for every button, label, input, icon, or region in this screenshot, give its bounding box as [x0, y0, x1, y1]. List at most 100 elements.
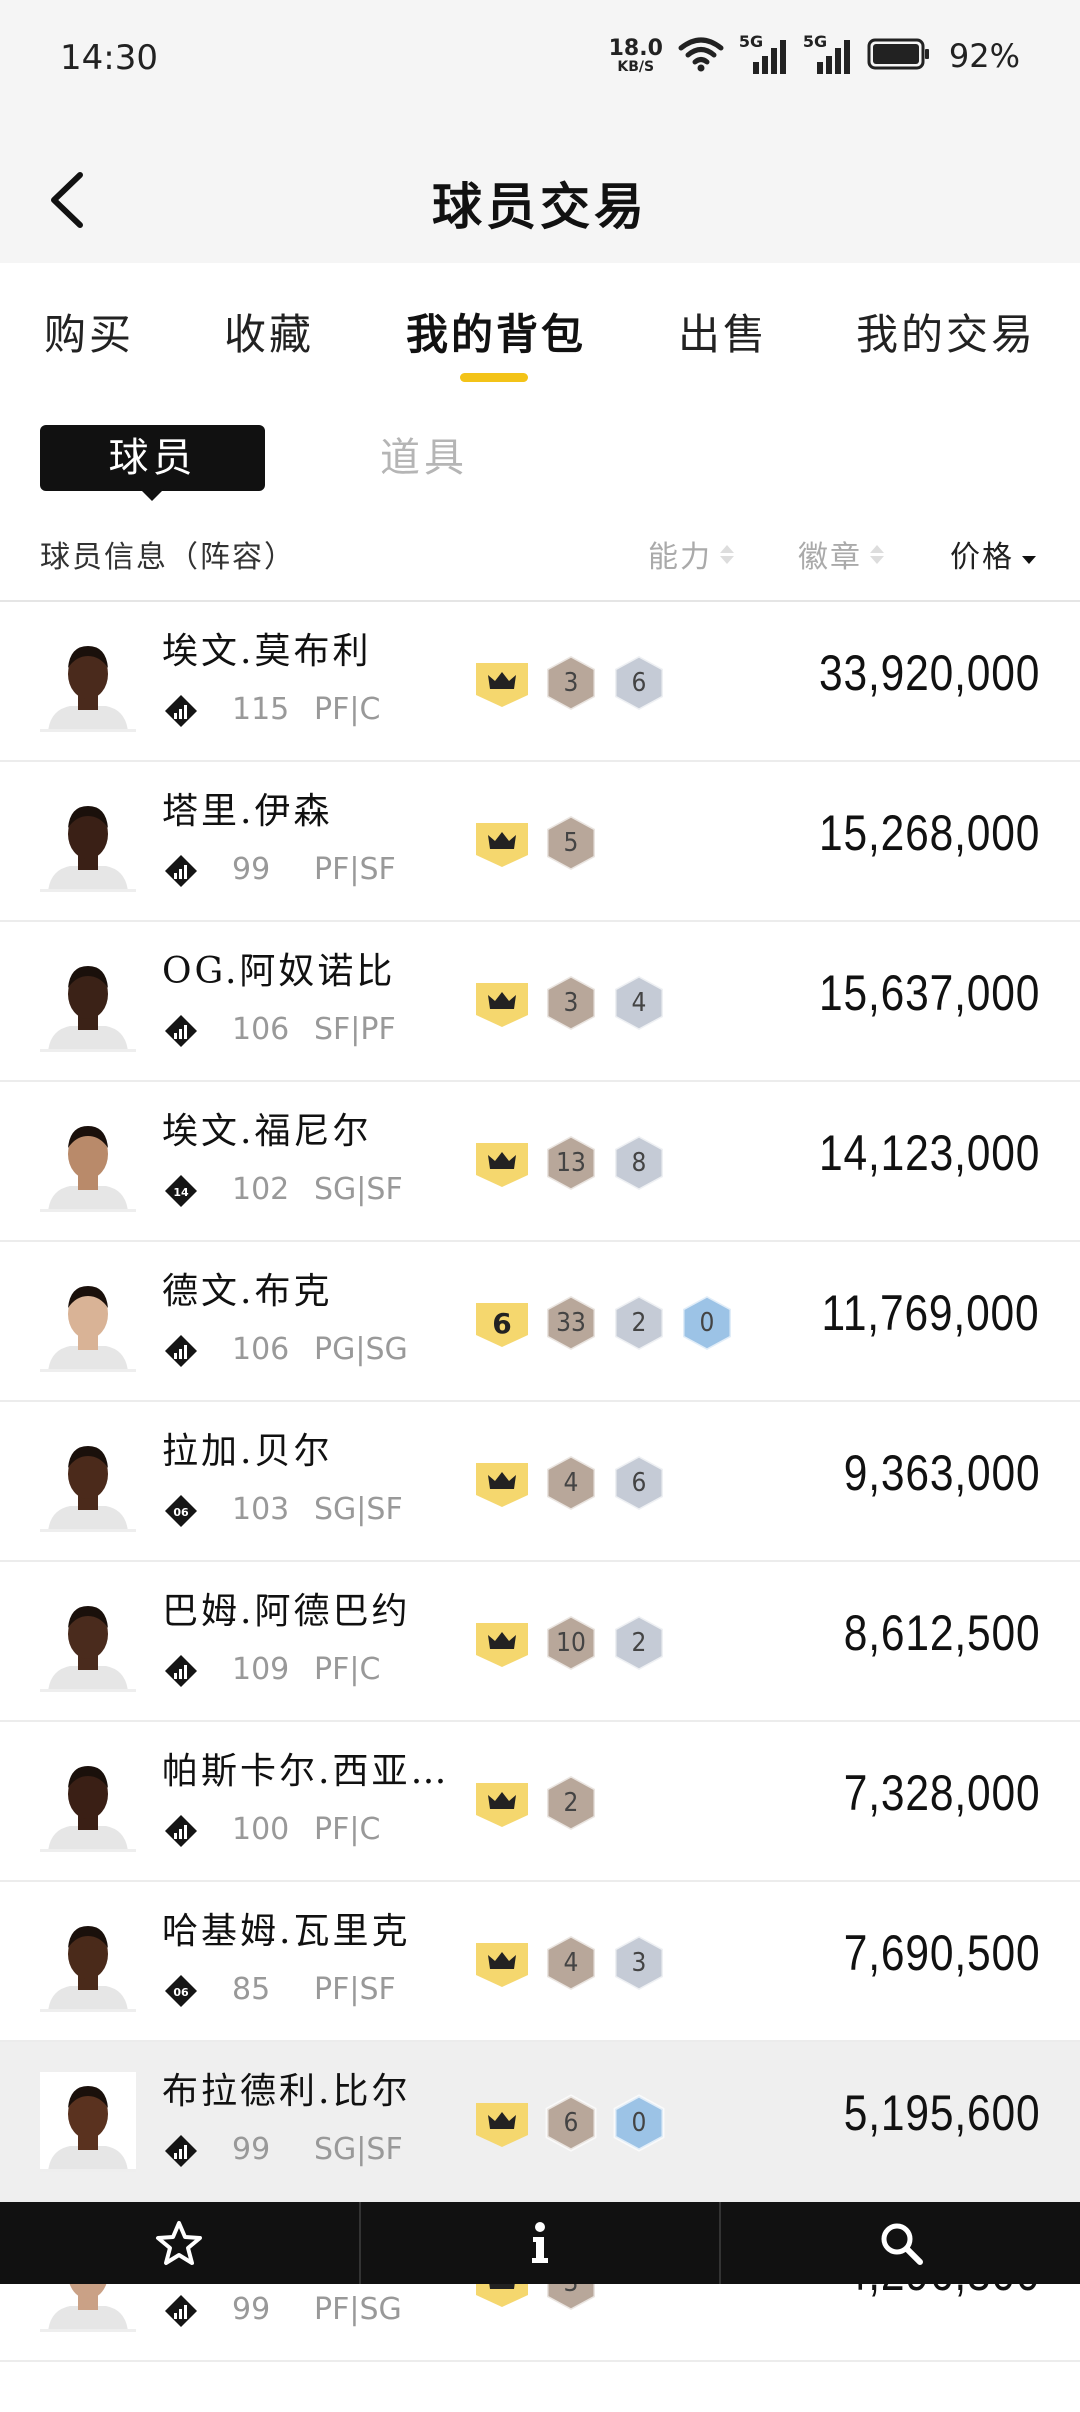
column-player-info: 球员信息（阵容）	[40, 540, 296, 575]
player-row[interactable]: 巴姆.阿德巴约 109 PF|C 10 2 8,612,500	[0, 1562, 1080, 1722]
player-avatar	[40, 792, 136, 892]
tab-my-trades[interactable]: 我的交易	[856, 301, 1036, 362]
tab-buy[interactable]: 购买	[44, 301, 134, 362]
badge-count-value: 2	[563, 1788, 579, 1818]
sort-desc-icon	[1022, 545, 1036, 564]
subtab-players[interactable]: 球员	[40, 425, 265, 491]
silver-badge-count: 2	[612, 1614, 666, 1672]
player-list: 埃文.莫布利 115 PF|C 3 6 33,920,000 塔里.伊森 99 PF|SF 5 15…	[0, 602, 1080, 2362]
player-overall: 103	[232, 1492, 290, 1527]
player-price: 33,920,000	[818, 645, 1040, 701]
app-header: 球员交易	[0, 125, 1080, 263]
favorite-button[interactable]	[0, 2202, 361, 2284]
tier-number-badge: 14	[164, 1174, 198, 1208]
list-column-header: 球员信息（阵容） 能力 徽章 价格	[0, 520, 1080, 602]
player-position: SG|SF	[314, 1172, 403, 1207]
player-row[interactable]: 哈基姆.瓦里克 06 85 PF|SF 4 3 7,690,500	[0, 1882, 1080, 2042]
crown-icon	[474, 1937, 530, 1989]
crown-icon	[474, 657, 530, 709]
player-position: PF|C	[314, 1652, 381, 1687]
player-avatar	[40, 2072, 136, 2172]
bronze-badge-count: 3	[544, 654, 598, 712]
player-name: 德文.布克	[162, 1271, 333, 1312]
wifi-icon	[677, 36, 725, 76]
bronze-badge-count: 33	[544, 1294, 598, 1352]
player-badges: 43	[474, 1934, 666, 1992]
tier-bars-icon	[164, 1814, 198, 1848]
sort-ability-label: 能力	[648, 540, 712, 575]
player-badges: 46	[474, 1454, 666, 1512]
main-tabs: 购买 收藏 我的背包 出售 我的交易	[0, 263, 1080, 388]
net-speed: 18.0 KB/S	[609, 38, 663, 75]
player-row[interactable]: 埃文.莫布利 115 PF|C 3 6 33,920,000	[0, 602, 1080, 762]
player-row[interactable]: 埃文.福尼尔 14 102 SG|SF 13 8 14,123,000	[0, 1082, 1080, 1242]
net-speed-unit: KB/S	[617, 59, 655, 75]
player-name: 塔里.伊森	[162, 791, 333, 832]
battery-percent: 92%	[948, 37, 1020, 75]
search-button[interactable]	[721, 2202, 1080, 2284]
sort-badges[interactable]: 徽章	[798, 532, 884, 576]
badge-count-value: 0	[631, 2108, 647, 2138]
crown-level-badge: 6	[474, 1297, 530, 1349]
tier-bars-icon	[164, 1014, 198, 1048]
player-name: 埃文.福尼尔	[162, 1111, 372, 1152]
badge-count-value: 5	[563, 828, 579, 858]
tier-bars-icon	[164, 2294, 198, 2328]
crown-icon	[474, 2097, 530, 2149]
tab-sell[interactable]: 出售	[678, 301, 768, 362]
player-row[interactable]: 拉加.贝尔 06 103 SG|SF 4 6 9,363,000	[0, 1402, 1080, 1562]
badge-count-value: 6	[563, 2108, 579, 2138]
tab-favorites[interactable]: 收藏	[224, 301, 314, 362]
player-row[interactable]: 德文.布克 106 PG|SG 6 33 2 0 11,769,000	[0, 1242, 1080, 1402]
bronze-badge-count: 4	[544, 1454, 598, 1512]
player-position: SF|PF	[314, 1012, 396, 1047]
bronze-badge-count: 2	[544, 1774, 598, 1832]
player-badges: 34	[474, 974, 666, 1032]
tier-number-badge: 06	[164, 1494, 198, 1528]
player-avatar	[40, 632, 136, 732]
player-avatar	[40, 1752, 136, 1852]
player-price: 11,769,000	[821, 1285, 1040, 1341]
player-row[interactable]: 帕斯卡尔.西亚… 100 PF|C 2 7,328,000	[0, 1722, 1080, 1882]
silver-badge-count: 8	[612, 1134, 666, 1192]
bronze-badge-count: 3	[544, 974, 598, 1032]
player-overall: 102	[232, 1172, 290, 1207]
player-avatar	[40, 952, 136, 1052]
player-avatar	[40, 1912, 136, 2012]
svg-text:06: 06	[173, 1986, 189, 1999]
player-row[interactable]: 塔里.伊森 99 PF|SF 5 15,268,000	[0, 762, 1080, 922]
player-name: 布拉德利.比尔	[162, 2071, 411, 2112]
info-icon	[532, 2222, 548, 2263]
player-badges: 60	[474, 2094, 666, 2152]
sort-price[interactable]: 价格	[950, 532, 1036, 576]
signal-5g-icon-2: 5G	[803, 32, 853, 76]
info-button[interactable]	[361, 2202, 722, 2284]
badge-count-value: 4	[631, 988, 647, 1018]
subtab-pointer	[140, 489, 164, 501]
player-position: PF|SF	[314, 852, 396, 887]
tier-bars-icon	[164, 1334, 198, 1368]
badge-count-value: 4	[563, 1468, 579, 1498]
bronze-badge-count: 13	[544, 1134, 598, 1192]
player-overall: 99	[232, 2292, 271, 2327]
sort-ability[interactable]: 能力	[648, 532, 734, 576]
badge-count-value: 3	[563, 988, 579, 1018]
bronze-badge-count: 5	[544, 814, 598, 872]
player-avatar	[40, 1592, 136, 1692]
tier-bars-icon	[164, 694, 198, 728]
player-row[interactable]: 布拉德利.比尔 99 SG|SF 6 0 5,195,600	[0, 2042, 1080, 2202]
player-row[interactable]: OG.阿奴诺比 106 SF|PF 3 4 15,637,000	[0, 922, 1080, 1082]
sort-arrows-icon	[870, 544, 884, 564]
player-position: PF|SG	[314, 2292, 402, 2327]
player-position: PF|C	[314, 1812, 381, 1847]
subtab-items[interactable]: 道具	[380, 425, 468, 491]
status-bar: 14:30 18.0 KB/S 5G 5G 92%	[0, 0, 1080, 125]
sort-price-label: 价格	[950, 540, 1014, 575]
tier-bars-icon	[164, 854, 198, 888]
silver-badge-count: 3	[612, 1934, 666, 1992]
player-price: 15,637,000	[818, 965, 1040, 1021]
player-name: 埃文.莫布利	[162, 631, 372, 672]
player-overall: 106	[232, 1332, 290, 1367]
tab-my-backpack[interactable]: 我的背包	[406, 301, 586, 362]
search-icon	[881, 2223, 923, 2265]
